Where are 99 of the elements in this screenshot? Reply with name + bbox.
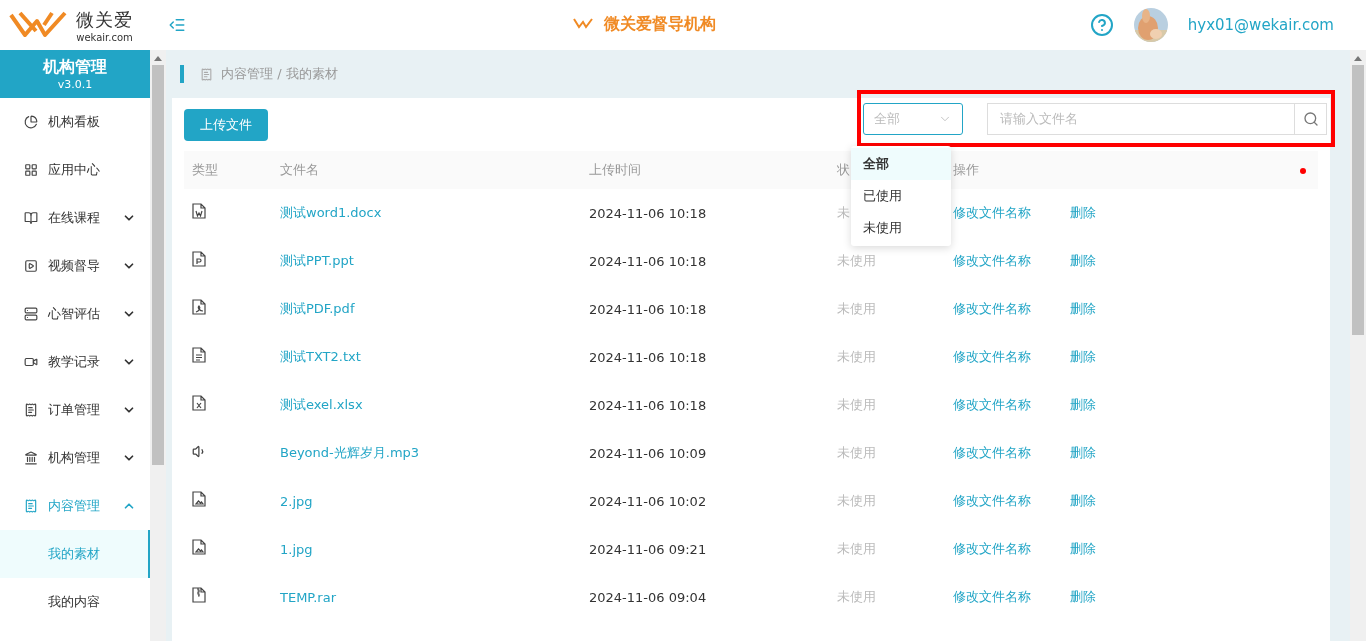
column-header: 上传时间 xyxy=(589,161,641,179)
status-text: 未使用 xyxy=(837,348,877,366)
image-file-icon xyxy=(192,491,206,507)
collapse-menu-icon[interactable] xyxy=(168,16,186,34)
status-text: 未 xyxy=(837,204,851,222)
delete-link[interactable]: 删除 xyxy=(1070,396,1318,414)
column-header: 操作 xyxy=(953,161,979,179)
column-header: 文件名 xyxy=(280,161,319,179)
upload-time: 2024-11-06 10:18 xyxy=(589,301,708,317)
menu-item[interactable]: 在线课程 xyxy=(0,194,150,242)
delete-link[interactable]: 删除 xyxy=(1070,252,1318,270)
menu-item-icon xyxy=(24,163,38,177)
submenu-item[interactable]: 我的素材 xyxy=(0,530,150,578)
delete-link[interactable]: 删除 xyxy=(1070,588,1318,606)
dropdown-option[interactable]: 未使用 xyxy=(851,212,951,244)
search-icon xyxy=(1302,110,1319,127)
organization-title: 微关爱督导机构 xyxy=(604,14,716,35)
rename-link[interactable]: 修改文件名称 xyxy=(953,348,1070,366)
file-name-link[interactable]: TEMP.rar xyxy=(280,589,589,605)
upload-time: 2024-11-06 09:04 xyxy=(589,589,708,605)
upload-time: 2024-11-06 10:02 xyxy=(589,493,708,509)
status-text: 未使用 xyxy=(837,252,877,270)
upload-time: 2024-11-06 09:21 xyxy=(589,541,708,557)
menu-item-icon xyxy=(24,355,38,369)
submenu-item[interactable]: 我的内容 xyxy=(0,578,150,626)
dropdown-option[interactable]: 全部 xyxy=(851,148,951,180)
upload-time: 2024-11-06 10:18 xyxy=(589,349,708,365)
menu-item-icon xyxy=(24,499,38,513)
upload-time: 2024-11-06 10:09 xyxy=(589,445,708,461)
delete-link[interactable]: 删除 xyxy=(1070,492,1318,510)
dropdown-option[interactable]: 已使用 xyxy=(851,180,951,212)
rename-link[interactable]: 修改文件名称 xyxy=(953,540,1070,558)
menu-item[interactable]: 订单管理 xyxy=(0,386,150,434)
document-icon xyxy=(192,203,206,219)
rename-link[interactable]: 修改文件名称 xyxy=(953,396,1070,414)
status-text: 未使用 xyxy=(837,444,877,462)
menu-item-icon xyxy=(24,307,38,321)
file-name-link[interactable]: 测试TXT2.txt xyxy=(280,348,589,366)
column-header: 状 xyxy=(837,161,850,179)
status-text: 未使用 xyxy=(837,396,877,414)
image-file-icon xyxy=(192,539,206,555)
upload-time: 2024-11-06 10:18 xyxy=(589,397,708,413)
delete-link[interactable]: 删除 xyxy=(1070,300,1318,318)
delete-link[interactable]: 删除 xyxy=(1070,540,1318,558)
document-icon xyxy=(192,251,206,267)
menu-item-icon xyxy=(24,259,38,273)
file-name-link[interactable]: 测试PDF.pdf xyxy=(280,300,589,318)
menu-item[interactable]: 内容管理 xyxy=(0,482,150,530)
menu-item[interactable]: 视频督导 xyxy=(0,242,150,290)
rename-link[interactable]: 修改文件名称 xyxy=(953,252,1070,270)
version-label: v3.0.1 xyxy=(57,78,93,91)
breadcrumb-icon xyxy=(200,67,213,81)
status-text: 未使用 xyxy=(837,540,877,558)
rename-link[interactable]: 修改文件名称 xyxy=(953,204,1070,222)
menu-item[interactable]: 机构管理 xyxy=(0,434,150,482)
sidebar-scrollbar[interactable] xyxy=(150,50,166,641)
rename-link[interactable]: 修改文件名称 xyxy=(953,492,1070,510)
menu-item[interactable]: 机构看板 xyxy=(0,98,150,146)
upload-time: 2024-11-06 10:18 xyxy=(589,205,708,221)
status-text: 未使用 xyxy=(837,492,877,510)
sidebar-title: 机构管理 xyxy=(43,57,107,78)
document-icon xyxy=(192,299,206,315)
file-name-link[interactable]: 2.jpg xyxy=(280,493,589,509)
file-name-link[interactable]: 测试word1.docx xyxy=(280,204,589,222)
column-header: 类型 xyxy=(192,161,218,179)
help-icon[interactable] xyxy=(1089,13,1114,37)
menu-item-icon xyxy=(24,451,38,465)
status-select[interactable]: 全部 xyxy=(863,102,963,135)
menu-item-icon xyxy=(24,211,38,225)
document-icon xyxy=(192,347,206,363)
menu-item[interactable]: 教学记录 xyxy=(0,338,150,386)
page-scrollbar[interactable] xyxy=(1350,50,1366,641)
file-name-link[interactable]: 1.jpg xyxy=(280,541,589,557)
user-email[interactable]: hyx01@wekair.com xyxy=(1187,16,1334,34)
upload-time: 2024-11-06 10:18 xyxy=(589,253,708,269)
breadcrumb: 内容管理 / 我的素材 xyxy=(221,65,338,83)
rename-link[interactable]: 修改文件名称 xyxy=(953,444,1070,462)
menu-item[interactable]: 心智评估 xyxy=(0,290,150,338)
status-text: 未使用 xyxy=(837,300,877,318)
brand-domain: wekair.com xyxy=(76,31,133,43)
file-name-link[interactable]: Beyond-光辉岁月.mp3 xyxy=(280,444,589,462)
brand-name: 微关爱 xyxy=(76,7,133,32)
menu-item[interactable]: 应用中心 xyxy=(0,146,150,194)
upload-button[interactable]: 上传文件 xyxy=(184,108,268,141)
search-button[interactable] xyxy=(1294,102,1327,135)
notification-dot xyxy=(1300,168,1306,174)
file-name-link[interactable]: 测试PPT.ppt xyxy=(280,252,589,270)
delete-link[interactable]: 删除 xyxy=(1070,348,1318,366)
document-icon xyxy=(192,395,206,411)
delete-link[interactable]: 删除 xyxy=(1070,204,1318,222)
menu-item-icon xyxy=(24,115,38,129)
status-text: 未使用 xyxy=(837,588,877,606)
rename-link[interactable]: 修改文件名称 xyxy=(953,588,1070,606)
archive-file-icon xyxy=(192,587,206,603)
rename-link[interactable]: 修改文件名称 xyxy=(953,300,1070,318)
file-name-link[interactable]: 测试exel.xlsx xyxy=(280,396,589,414)
search-field[interactable]: 请输入文件名 xyxy=(987,102,1294,135)
delete-link[interactable]: 删除 xyxy=(1070,444,1318,462)
menu-item-icon xyxy=(24,403,38,417)
